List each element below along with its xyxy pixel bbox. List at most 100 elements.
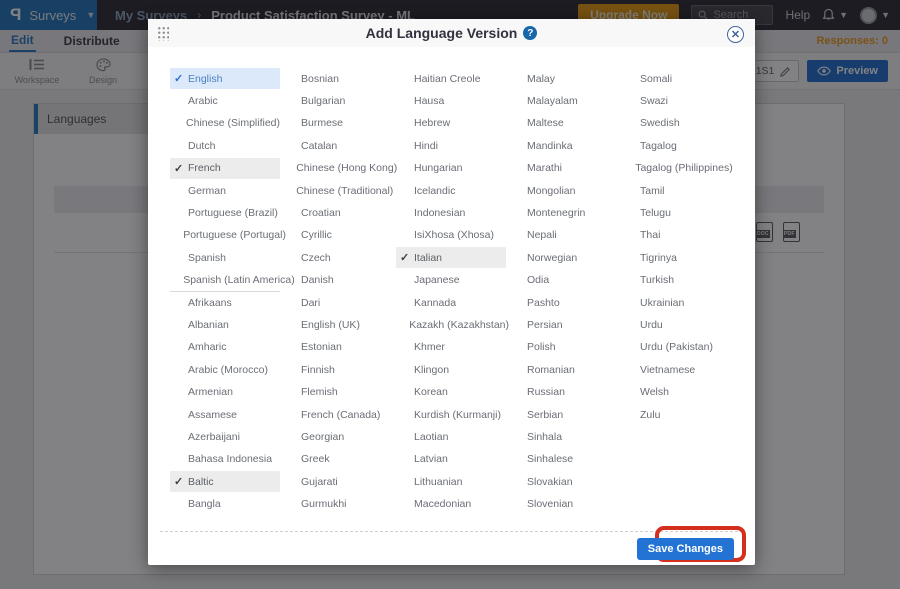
language-option[interactable]: ✓Norwegian — [509, 247, 619, 268]
language-option[interactable]: ✓Maltese — [509, 113, 619, 134]
language-option[interactable]: ✓Mongolian — [509, 180, 619, 201]
language-option[interactable]: ✓Spanish (Latin America) — [170, 270, 280, 291]
language-option[interactable]: ✓Gurmukhi — [283, 494, 393, 515]
language-option[interactable]: ✓Dari — [283, 292, 393, 313]
language-option[interactable]: ✓Indonesian — [396, 202, 506, 223]
language-option[interactable]: ✓Kazakh (Kazakhstan) — [396, 314, 506, 335]
language-option[interactable]: ✓Georgian — [283, 426, 393, 447]
language-option[interactable]: ✓Spanish — [170, 247, 280, 268]
language-option[interactable]: ✓Finnish — [283, 359, 393, 380]
language-option[interactable]: ✓Bahasa Indonesia — [170, 449, 280, 470]
language-option[interactable]: ✓Tagalog (Philippines) — [622, 158, 732, 179]
language-option[interactable]: ✓Icelandic — [396, 180, 506, 201]
language-option[interactable]: ✓Sinhala — [509, 426, 619, 447]
language-option[interactable]: ✓Ukrainian — [622, 292, 732, 313]
language-option[interactable]: ✓Gujarati — [283, 471, 393, 492]
language-option[interactable]: ✓Portuguese (Brazil) — [170, 202, 280, 223]
language-option[interactable]: ✓Odia — [509, 270, 619, 291]
language-option[interactable]: ✓Korean — [396, 382, 506, 403]
language-option[interactable]: ✓Afrikaans — [170, 292, 280, 313]
language-option[interactable]: ✓Marathi — [509, 158, 619, 179]
language-option[interactable]: ✓Khmer — [396, 337, 506, 358]
language-option[interactable]: ✓Amharic — [170, 337, 280, 358]
language-option[interactable]: ✓Tamil — [622, 180, 732, 201]
language-option[interactable]: ✓Telugu — [622, 202, 732, 223]
help-icon[interactable]: ? — [523, 26, 537, 40]
language-option[interactable]: ✓Arabic — [170, 90, 280, 111]
language-option[interactable]: ✓Vietnamese — [622, 359, 732, 380]
language-option[interactable]: ✓English (UK) — [283, 314, 393, 335]
language-option[interactable]: ✓Tagalog — [622, 135, 732, 156]
language-option[interactable]: ✓Azerbaijani — [170, 426, 280, 447]
language-option[interactable]: ✓Chinese (Hong Kong) — [283, 158, 393, 179]
drag-handle-icon[interactable] — [157, 26, 169, 41]
language-option[interactable]: ✓Lithuanian — [396, 471, 506, 492]
language-option[interactable]: ✓Nepali — [509, 225, 619, 246]
language-option[interactable]: ✓Pashto — [509, 292, 619, 313]
language-option[interactable]: ✓Chinese (Traditional) — [283, 180, 393, 201]
language-option[interactable]: ✓Bangla — [170, 494, 280, 515]
language-option[interactable]: ✓Czech — [283, 247, 393, 268]
language-option[interactable]: ✓Assamese — [170, 404, 280, 425]
language-option[interactable]: ✓Flemish — [283, 382, 393, 403]
language-option[interactable]: ✓Malayalam — [509, 90, 619, 111]
language-option[interactable]: ✓Slovakian — [509, 471, 619, 492]
language-option[interactable]: ✓Baltic — [170, 471, 280, 492]
language-option[interactable]: ✓Urdu (Pakistan) — [622, 337, 732, 358]
language-option[interactable]: ✓Croatian — [283, 202, 393, 223]
language-option[interactable]: ✓Swazi — [622, 90, 732, 111]
language-option[interactable]: ✓Romanian — [509, 359, 619, 380]
language-option[interactable]: ✓Japanese — [396, 270, 506, 291]
language-option[interactable]: ✓Estonian — [283, 337, 393, 358]
language-option[interactable]: ✓Kannada — [396, 292, 506, 313]
language-option[interactable]: ✓Persian — [509, 314, 619, 335]
language-option[interactable]: ✓Haitian Creole — [396, 68, 506, 89]
language-option[interactable]: ✓Malay — [509, 68, 619, 89]
save-changes-button[interactable]: Save Changes — [637, 538, 734, 560]
language-option[interactable]: ✓Sinhalese — [509, 449, 619, 470]
language-option[interactable]: ✓Hausa — [396, 90, 506, 111]
language-option[interactable]: ✓Zulu — [622, 404, 732, 425]
language-option[interactable]: ✓Catalan — [283, 135, 393, 156]
language-option[interactable]: ✓Chinese (Simplified) — [170, 113, 280, 134]
language-option[interactable]: ✓Hindi — [396, 135, 506, 156]
language-option[interactable]: ✓Bosnian — [283, 68, 393, 89]
language-option[interactable]: ✓Albanian — [170, 314, 280, 335]
language-option[interactable]: ✓Urdu — [622, 314, 732, 335]
language-option[interactable]: ✓German — [170, 180, 280, 201]
language-option[interactable]: ✓Latvian — [396, 449, 506, 470]
language-option[interactable]: ✓Italian — [396, 247, 506, 268]
language-option[interactable]: ✓Dutch — [170, 135, 280, 156]
language-option[interactable]: ✓Burmese — [283, 113, 393, 134]
language-option[interactable]: ✓Welsh — [622, 382, 732, 403]
language-option[interactable]: ✓Mandinka — [509, 135, 619, 156]
language-option[interactable]: ✓IsiXhosa (Xhosa) — [396, 225, 506, 246]
language-option[interactable]: ✓Hungarian — [396, 158, 506, 179]
language-option[interactable]: ✓English — [170, 68, 280, 89]
language-option[interactable]: ✓Montenegrin — [509, 202, 619, 223]
language-option[interactable]: ✓Cyrillic — [283, 225, 393, 246]
language-option[interactable]: ✓Somali — [622, 68, 732, 89]
language-option[interactable]: ✓Russian — [509, 382, 619, 403]
language-option[interactable]: ✓French — [170, 158, 280, 179]
language-option[interactable]: ✓Polish — [509, 337, 619, 358]
language-option[interactable]: ✓French (Canada) — [283, 404, 393, 425]
language-option[interactable]: ✓Bulgarian — [283, 90, 393, 111]
language-option[interactable]: ✓Macedonian — [396, 494, 506, 515]
language-option[interactable]: ✓Kurdish (Kurmanji) — [396, 404, 506, 425]
language-option[interactable]: ✓Laotian — [396, 426, 506, 447]
language-option[interactable]: ✓Hebrew — [396, 113, 506, 134]
close-icon[interactable]: ✕ — [727, 26, 744, 43]
language-option[interactable]: ✓Arabic (Morocco) — [170, 359, 280, 380]
language-option[interactable]: ✓Serbian — [509, 404, 619, 425]
language-option[interactable]: ✓Greek — [283, 449, 393, 470]
language-option[interactable]: ✓Armenian — [170, 382, 280, 403]
language-option[interactable]: ✓Slovenian — [509, 494, 619, 515]
language-option[interactable]: ✓Thai — [622, 225, 732, 246]
language-option[interactable]: ✓Danish — [283, 270, 393, 291]
language-option[interactable]: ✓Turkish — [622, 270, 732, 291]
language-option[interactable]: ✓Portuguese (Portugal) — [170, 225, 280, 246]
language-option[interactable]: ✓Tigrinya — [622, 247, 732, 268]
language-option[interactable]: ✓Klingon — [396, 359, 506, 380]
language-option[interactable]: ✓Swedish — [622, 113, 732, 134]
